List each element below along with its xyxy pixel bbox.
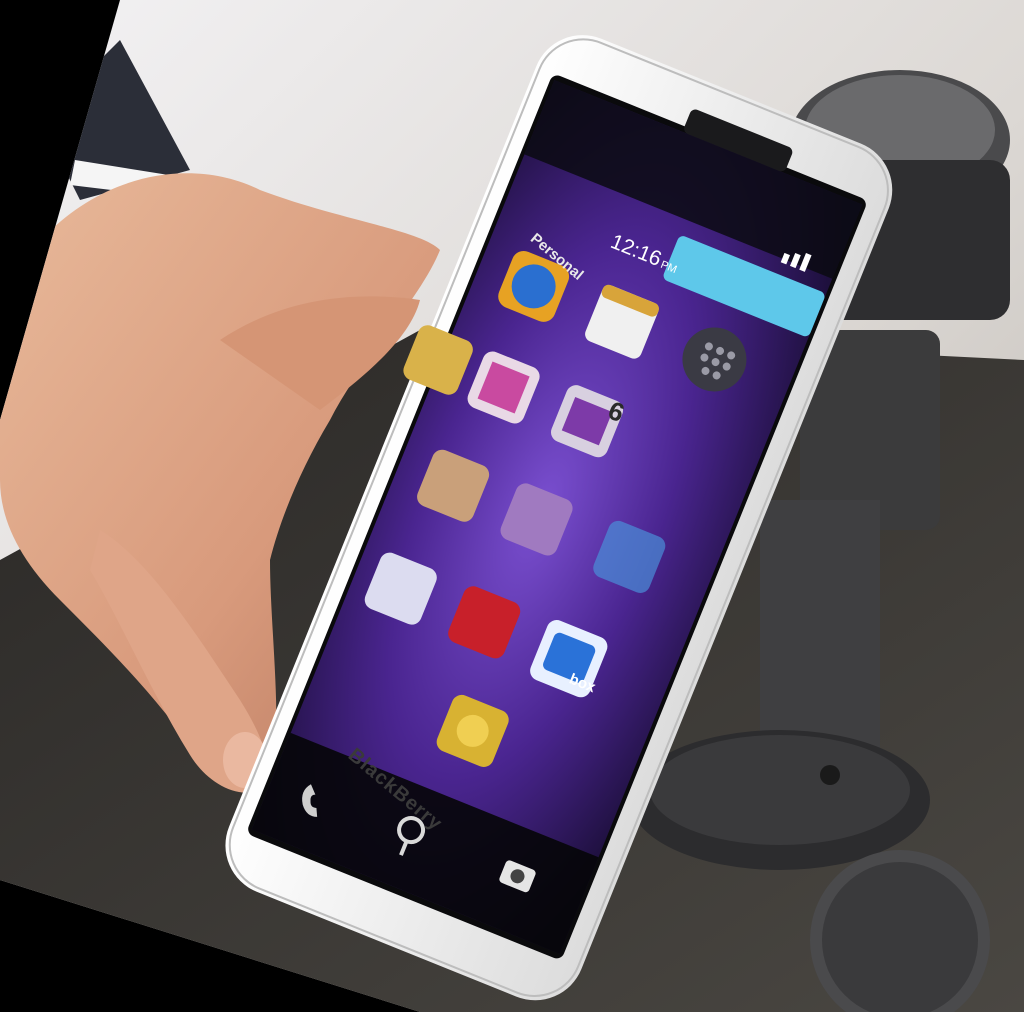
photo-scene: [0, 0, 1024, 1012]
